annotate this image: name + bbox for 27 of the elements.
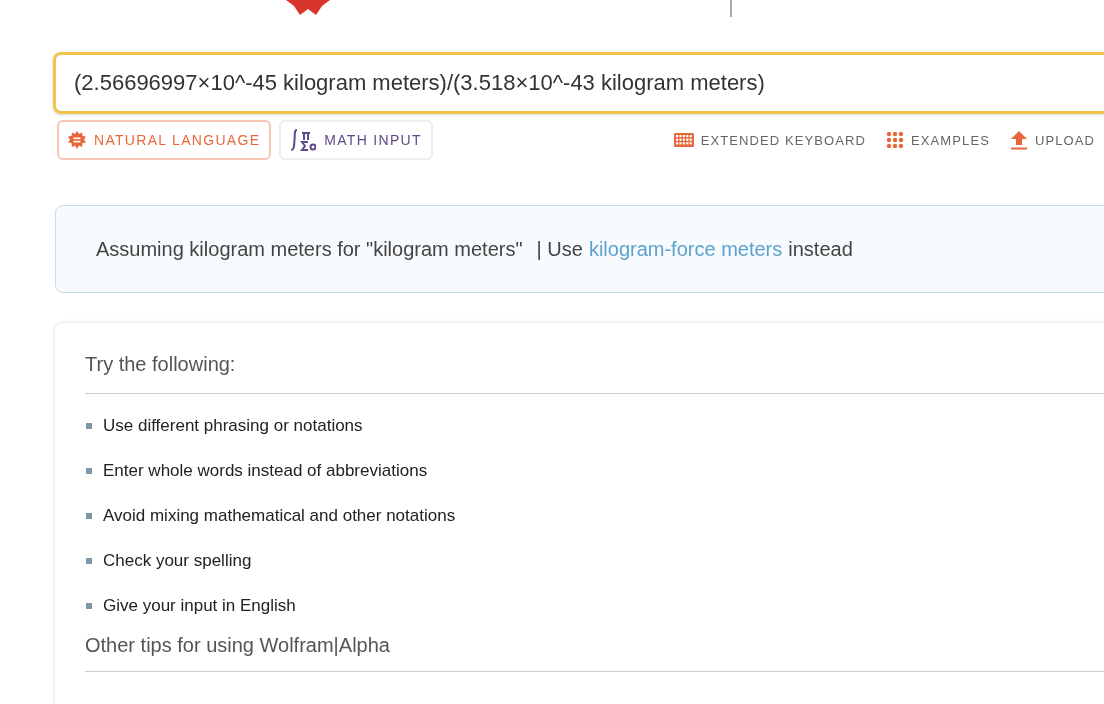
bullet-icon — [86, 422, 92, 429]
math-symbols-icon — [290, 129, 317, 151]
search-field[interactable]: (2.56696997×10^-45 kilogram meters)/(3.518×10^-43 kilogram meters) — [53, 52, 1104, 114]
examples-button[interactable]: EXAMPLES — [886, 131, 990, 149]
tip-text: Give your input in English — [103, 595, 296, 616]
tip-text: Use different phrasing or notations — [103, 415, 363, 436]
use-text: | Use — [536, 237, 583, 261]
other-tips-heading: Other tips for using Wolfram|Alpha — [85, 634, 1104, 672]
tips-heading: Try the following: — [85, 353, 1104, 394]
keyboard-button[interactable]: EXTENDED KEYBOARD — [673, 132, 867, 148]
tip-text: Enter whole words instead of abbreviations — [103, 460, 428, 481]
bullet-icon — [86, 512, 92, 519]
keyboard-icon — [673, 133, 694, 147]
upload-icon — [1009, 130, 1028, 150]
divider-icon — [730, 0, 732, 17]
input-mode-tab[interactable]: MATH INPUT — [279, 120, 433, 160]
dot-grid-icon — [886, 131, 905, 149]
input-mode-tab[interactable]: NATURAL LANGUAGE — [57, 120, 272, 160]
tip-text: Check your spelling — [103, 550, 252, 571]
bullet-icon — [86, 557, 92, 564]
bullet-icon — [86, 602, 92, 609]
assumption-text: Assuming kilogram meters for "kilogram meters" — [96, 237, 523, 261]
starburst-icon — [68, 131, 86, 149]
bullet-icon — [86, 467, 92, 474]
instead-text: instead — [788, 237, 853, 261]
upload-button[interactable]: UPLOAD — [1009, 130, 1095, 150]
tip-text: Avoid mixing mathematical and other notations — [103, 505, 456, 526]
